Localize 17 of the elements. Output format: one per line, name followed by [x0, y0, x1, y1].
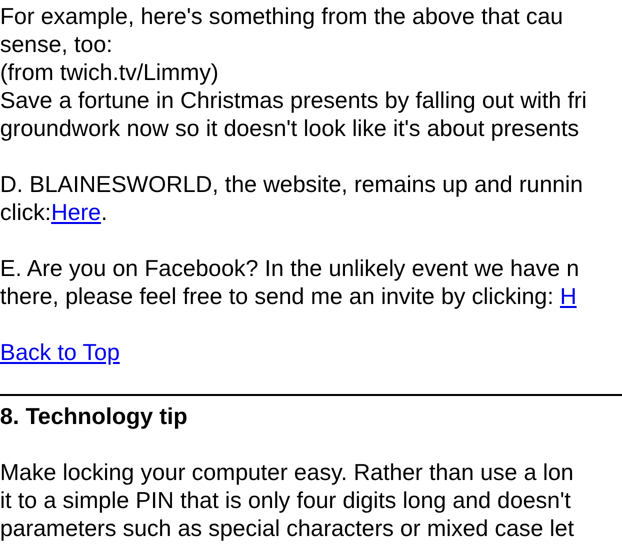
back-to-top-link[interactable]: Back to Top	[0, 339, 120, 365]
text-line: D. BLAINESWORLD, the website, remains up and runnin	[0, 170, 584, 198]
text-line: E. Are you on Facebook? In the unlikely event we have n	[0, 254, 580, 282]
text-line: it to a simple PIN that is only four digits long and doesn't	[0, 486, 572, 514]
link[interactable]: Here	[51, 199, 101, 225]
quote-source: (from twich.tv/Limmy)	[0, 58, 220, 86]
text-line: click:	[0, 199, 52, 225]
link[interactable]: H	[560, 283, 577, 309]
text-line: For example, here's something from the above that cau	[0, 2, 564, 30]
text-line: sense, too:	[0, 30, 114, 58]
quote-line: Save a fortune in Christmas presents by falling out with fri	[0, 86, 588, 114]
quote-line: groundwork now so it doesn't look like it's about presents	[0, 114, 580, 142]
section-heading: 8. Technology tip	[0, 402, 188, 430]
text-line: Make locking your computer easy. Rather than use a lon	[0, 458, 575, 486]
text-line: there, please feel free to send me an invite by clicking:	[0, 283, 555, 309]
text-line: .	[100, 199, 108, 225]
text-line: parameters such as special characters or mixed case let	[0, 514, 575, 542]
